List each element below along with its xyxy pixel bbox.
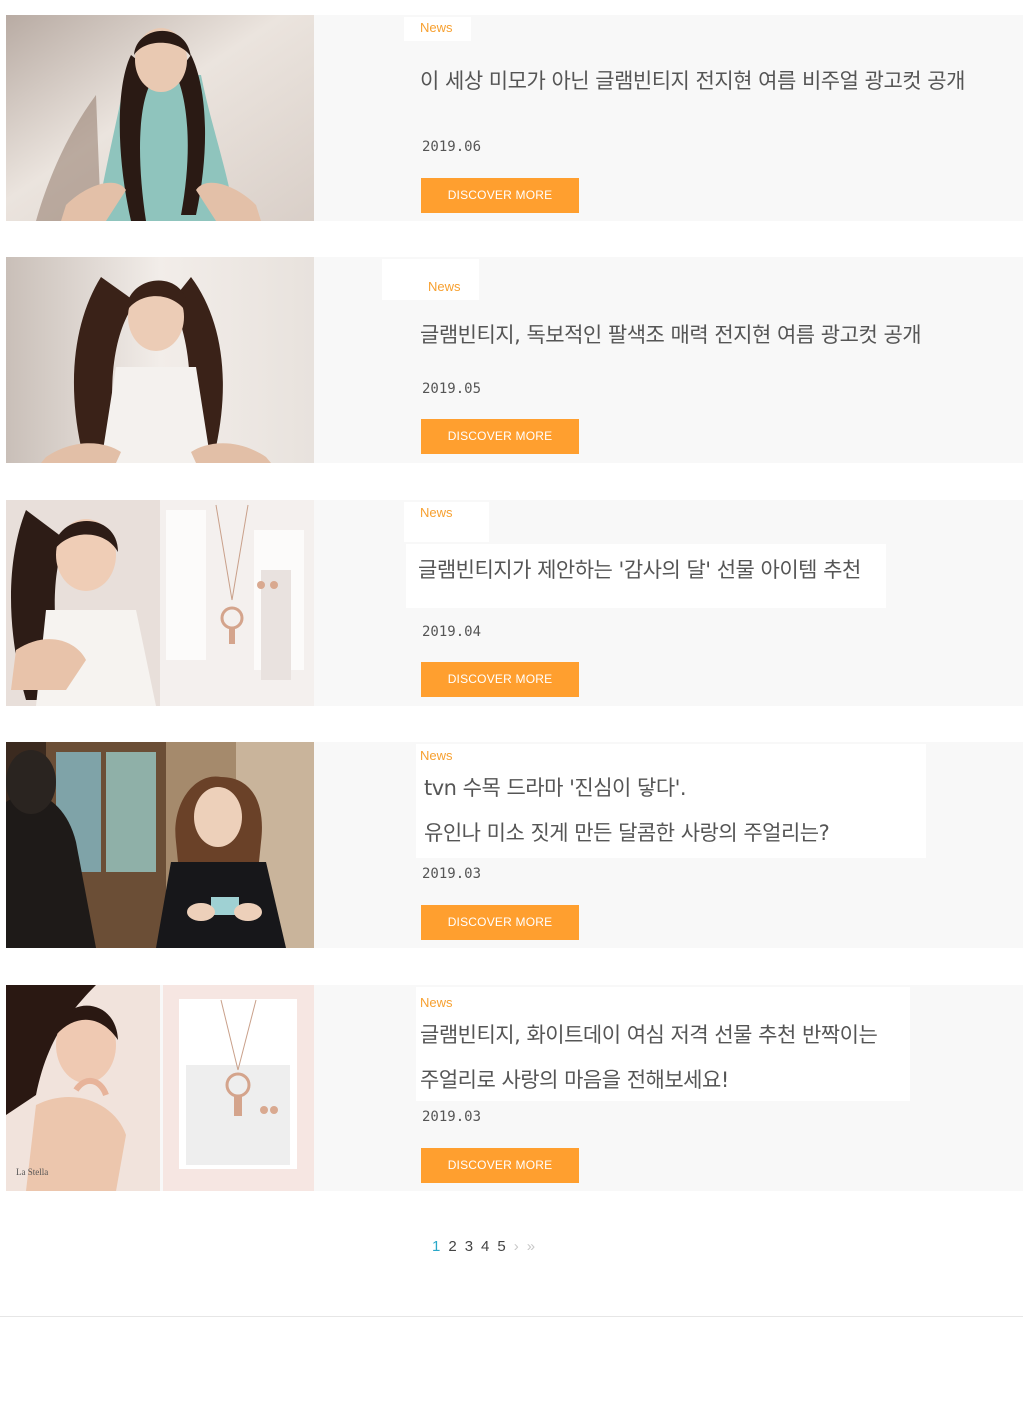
news-tag: News bbox=[404, 502, 489, 542]
news-tag: News bbox=[416, 987, 910, 1016]
page-link-2[interactable]: 2 bbox=[448, 1238, 456, 1255]
article-title-line: 글램빈티지가 제안하는 '감사의 달' 선물 아이템 추천 bbox=[418, 558, 861, 582]
page-link-4[interactable]: 4 bbox=[481, 1238, 489, 1255]
discover-more-button[interactable]: DISCOVER MORE bbox=[421, 419, 579, 454]
article-title-line: 이 세상 미모가 아닌 글램빈티지 전지현 여름 비주얼 광고컷 공개 bbox=[420, 69, 965, 93]
article-title[interactable]: 글램빈티지, 화이트데이 여심 저격 선물 추천 반짝이는 주얼리로 사랑의 마… bbox=[416, 1013, 910, 1101]
article-thumbnail[interactable] bbox=[6, 15, 314, 221]
article-title[interactable]: 글램빈티지, 독보적인 팔색조 매력 전지현 여름 광고컷 공개 bbox=[408, 309, 933, 366]
discover-more-button[interactable]: DISCOVER MORE bbox=[421, 1148, 579, 1183]
page-link-5[interactable]: 5 bbox=[497, 1238, 505, 1255]
article-date: 2019.03 bbox=[422, 866, 482, 882]
next-page-icon[interactable]: › bbox=[514, 1238, 519, 1255]
article-title[interactable]: 글램빈티지가 제안하는 '감사의 달' 선물 아이템 추천 bbox=[406, 544, 886, 608]
footer-divider bbox=[0, 1316, 1023, 1317]
article-thumbnail[interactable] bbox=[6, 257, 314, 463]
page-link-1[interactable]: 1 bbox=[432, 1238, 440, 1255]
article-date: 2019.04 bbox=[422, 624, 482, 640]
page-link-3[interactable]: 3 bbox=[465, 1238, 473, 1255]
article-thumbnail[interactable]: La Stella bbox=[6, 985, 314, 1191]
discover-more-button[interactable]: DISCOVER MORE bbox=[421, 905, 579, 940]
article-thumbnail[interactable] bbox=[6, 742, 314, 948]
article-card[interactable]: News tvn 수목 드라마 '진심이 닿다'. 유인나 미소 짓게 만든 달… bbox=[6, 742, 1023, 948]
article-title-line: 글램빈티지, 화이트데이 여심 저격 선물 추천 반짝이는 bbox=[420, 1023, 878, 1047]
article-card[interactable]: News 글램빈티지가 제안하는 '감사의 달' 선물 아이템 추천 2019.… bbox=[6, 500, 1023, 706]
discover-more-button[interactable]: DISCOVER MORE bbox=[421, 178, 579, 213]
news-tag: News bbox=[382, 259, 479, 300]
article-date: 2019.05 bbox=[422, 381, 482, 397]
news-tag: News bbox=[404, 17, 471, 41]
pagination: 1 2 3 4 5 › » bbox=[432, 1238, 535, 1255]
article-card[interactable]: La Stella News 글램빈티지, 화이트데이 여심 저격 선물 추천 … bbox=[6, 985, 1023, 1191]
article-title-line: 주얼리로 사랑의 마음을 전해보세요! bbox=[420, 1068, 729, 1092]
article-card[interactable]: News 글램빈티지, 독보적인 팔색조 매력 전지현 여름 광고컷 공개 20… bbox=[6, 257, 1023, 463]
article-card[interactable]: News 이 세상 미모가 아닌 글램빈티지 전지현 여름 비주얼 광고컷 공개… bbox=[6, 15, 1023, 221]
last-page-icon[interactable]: » bbox=[527, 1238, 535, 1255]
discover-more-button[interactable]: DISCOVER MORE bbox=[421, 662, 579, 697]
article-title[interactable]: tvn 수목 드라마 '진심이 닿다'. 유인나 미소 짓게 만든 달콤한 사랑… bbox=[416, 766, 926, 858]
article-date: 2019.06 bbox=[422, 139, 482, 155]
article-thumbnail[interactable] bbox=[6, 500, 314, 706]
article-title-line: tvn 수목 드라마 '진심이 닿다'. bbox=[424, 776, 687, 800]
brand-caption: La Stella bbox=[16, 1167, 48, 1177]
article-title-line: 유인나 미소 짓게 만든 달콤한 사랑의 주얼리는? bbox=[424, 821, 830, 845]
article-title[interactable]: 이 세상 미모가 아닌 글램빈티지 전지현 여름 비주얼 광고컷 공개 bbox=[408, 55, 977, 112]
article-date: 2019.03 bbox=[422, 1109, 482, 1125]
article-title-line: 글램빈티지, 독보적인 팔색조 매력 전지현 여름 광고컷 공개 bbox=[420, 323, 922, 347]
